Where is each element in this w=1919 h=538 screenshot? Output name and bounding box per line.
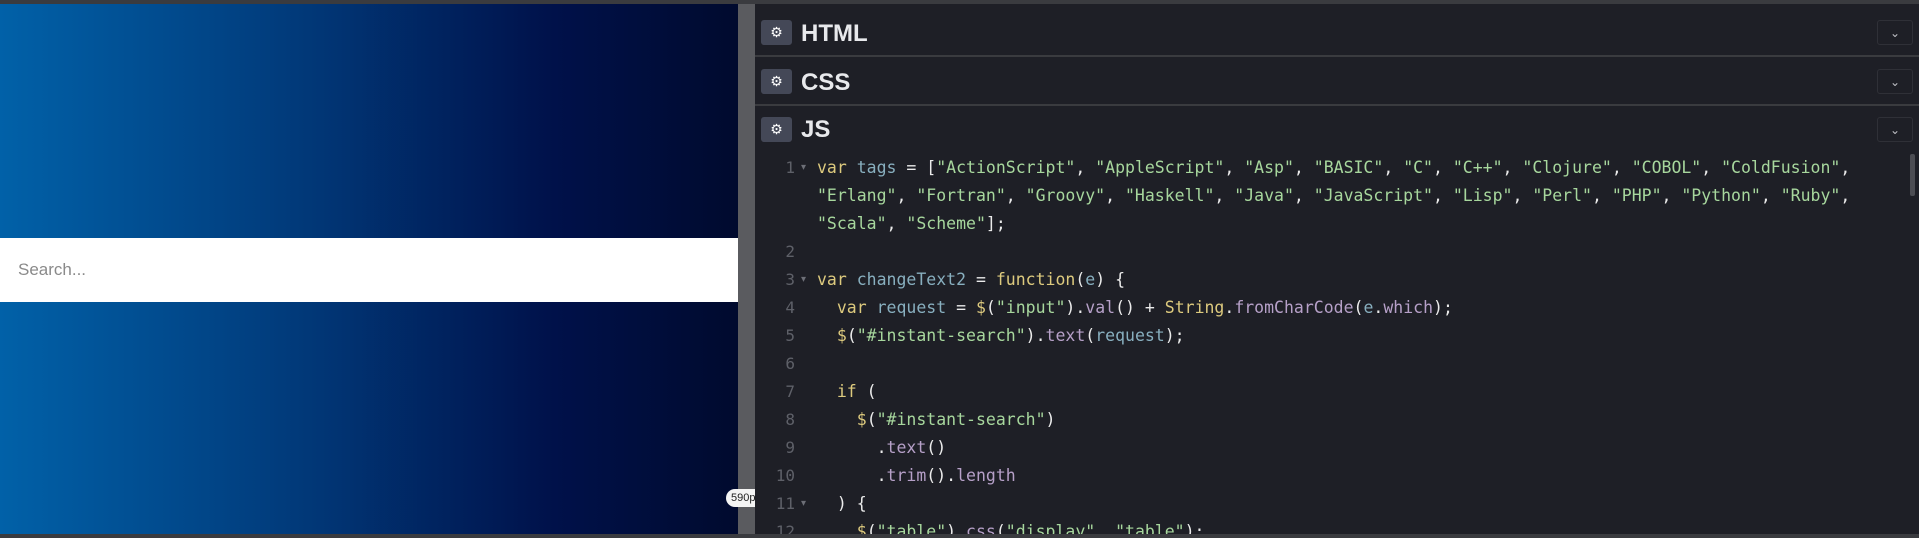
- code-text: .trim().length: [817, 466, 1016, 485]
- pane-resizer[interactable]: [738, 4, 755, 534]
- code-line[interactable]: 1 ▾ var tags = ["ActionScript", "AppleScri…: [755, 154, 1919, 182]
- code-line[interactable]: 7 if (: [755, 378, 1919, 406]
- fold-arrow-icon[interactable]: ▾: [801, 266, 806, 294]
- line-number: 5: [785, 326, 795, 345]
- chevron-down-icon[interactable]: ⌄: [1877, 20, 1913, 45]
- code-line[interactable]: 2: [755, 238, 1919, 266]
- line-number: 11: [775, 494, 795, 513]
- chevron-down-icon[interactable]: ⌄: [1877, 69, 1913, 94]
- code-text: var tags = ["ActionScript", "AppleScript…: [817, 158, 1851, 177]
- code-text: $("#instant-search").text(request);: [836, 326, 1185, 345]
- html-editor-header[interactable]: ⚙ HTML ⌄: [755, 10, 1919, 57]
- search-input[interactable]: [0, 238, 738, 302]
- code-line[interactable]: 11 ▾ ) {: [755, 490, 1919, 518]
- line-number: 8: [785, 410, 795, 429]
- result-preview: [0, 4, 738, 534]
- code-line[interactable]: 8 $("#instant-search"): [755, 406, 1919, 434]
- code-text: .text(): [817, 438, 947, 457]
- code-line[interactable]: "Scala", "Scheme"];: [755, 210, 1919, 238]
- code-text: var request = $("input").val() + String.…: [836, 298, 1453, 317]
- js-code-editor[interactable]: 1 ▾ var tags = ["ActionScript", "AppleScri…: [755, 152, 1919, 534]
- editor-title-html: HTML: [801, 20, 868, 47]
- code-text: ) {: [817, 494, 867, 513]
- line-number: 1: [785, 158, 795, 177]
- line-number: 10: [775, 466, 795, 485]
- editor-title-js: JS: [801, 116, 831, 143]
- line-number: 7: [785, 382, 795, 401]
- code-text: $("#instant-search"): [856, 410, 1056, 429]
- line-number: 4: [785, 298, 795, 317]
- bottom-border: [0, 534, 1919, 538]
- gear-icon[interactable]: ⚙: [761, 117, 792, 142]
- code-text: "Erlang", "Fortran", "Groovy", "Haskell"…: [817, 186, 1851, 205]
- fold-arrow-icon[interactable]: ▾: [801, 154, 806, 182]
- code-line[interactable]: 4 var request = $("input").val() + Strin…: [755, 294, 1919, 322]
- line-number: 3: [785, 270, 795, 289]
- chevron-down-icon[interactable]: ⌄: [1877, 117, 1913, 142]
- gear-icon[interactable]: ⚙: [761, 20, 792, 45]
- code-text: var changeText2 = function(e) {: [817, 270, 1126, 289]
- code-line[interactable]: 9 .text(): [755, 434, 1919, 462]
- code-text: $("table").css("display", "table");: [856, 522, 1205, 534]
- code-line[interactable]: 10 .trim().length: [755, 462, 1919, 490]
- css-editor-header[interactable]: ⚙ CSS ⌄: [755, 59, 1919, 106]
- js-editor-header[interactable]: ⚙ JS ⌄: [755, 108, 1919, 152]
- code-line[interactable]: "Erlang", "Fortran", "Groovy", "Haskell"…: [755, 182, 1919, 210]
- fold-arrow-icon[interactable]: ▾: [801, 490, 806, 518]
- code-text: "Scala", "Scheme"];: [817, 214, 1006, 233]
- line-number: 6: [785, 354, 795, 373]
- gear-icon[interactable]: ⚙: [761, 69, 792, 94]
- code-line[interactable]: 6: [755, 350, 1919, 378]
- code-line[interactable]: 12 $("table").css("display", "table");: [755, 518, 1919, 534]
- code-text: if (: [836, 382, 877, 401]
- line-number: 2: [785, 242, 795, 261]
- code-line[interactable]: 5 $("#instant-search").text(request);: [755, 322, 1919, 350]
- editor-panels: ⚙ HTML ⌄ ⚙ CSS ⌄ ⚙ JS ⌄ 1 ▾ var tags = ["A…: [755, 4, 1919, 534]
- editor-title-css: CSS: [801, 69, 851, 96]
- code-line[interactable]: 3 ▾ var changeText2 = function(e) {: [755, 266, 1919, 294]
- line-number: 9: [785, 438, 795, 457]
- line-number: 12: [775, 522, 795, 534]
